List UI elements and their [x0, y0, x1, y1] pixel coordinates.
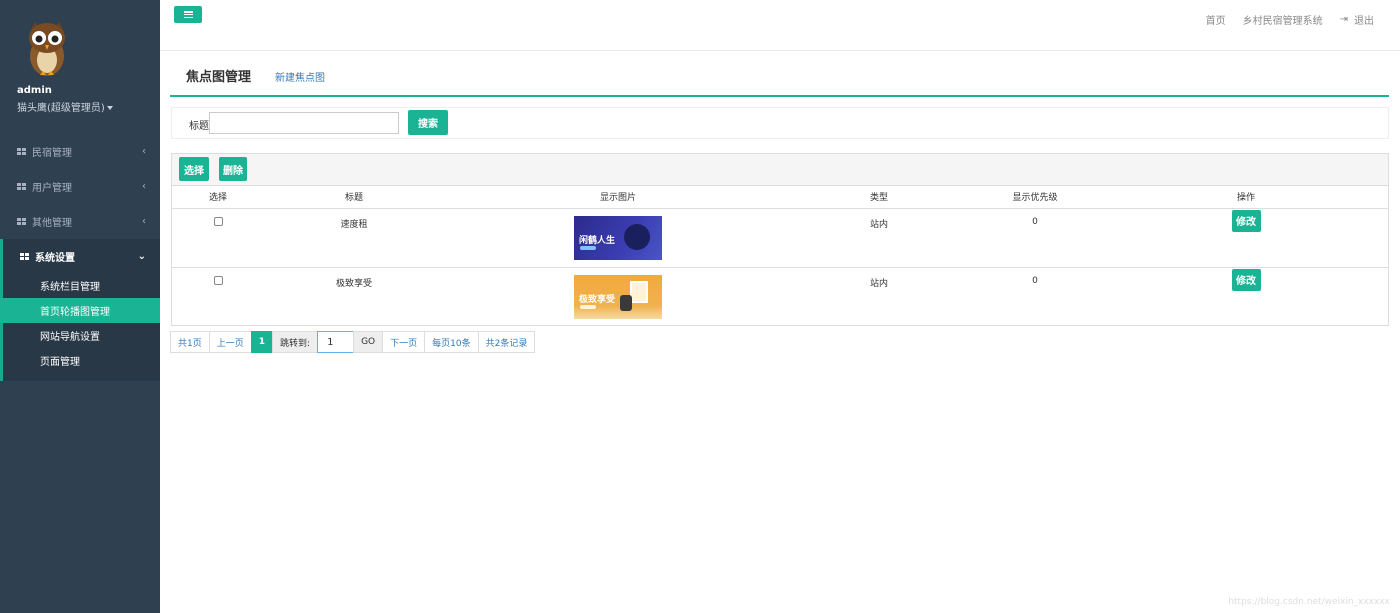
hamburger-icon	[183, 11, 193, 18]
column-header: 显示优先级	[966, 186, 1104, 209]
logout-link[interactable]: ⇥ 退出	[1340, 12, 1374, 27]
top-link-system[interactable]: 乡村民宿管理系统	[1243, 12, 1323, 27]
table-header-row: 选择 标题 显示图片 类型 显示优先级 操作	[172, 186, 1388, 209]
table-toolbar: 选择 删除	[172, 154, 1388, 186]
current-page[interactable]: 1	[250, 331, 274, 353]
sidebar-item-label: 其他管理	[32, 218, 72, 229]
prev-page-link[interactable]: 上一页	[208, 331, 252, 353]
column-header: 选择	[172, 186, 264, 209]
delete-button[interactable]: 删除	[219, 157, 247, 181]
column-header: 类型	[792, 186, 966, 209]
total-pages: 共1页	[170, 331, 210, 353]
thumb-decoration	[630, 280, 648, 303]
edit-button[interactable]: 修改	[1231, 209, 1261, 232]
priority-cell: 0	[1032, 275, 1038, 286]
thumb-decoration	[580, 304, 596, 309]
sidebar-item-label: 民宿管理	[32, 148, 72, 159]
row-checkbox[interactable]	[213, 275, 223, 285]
page-title: 焦点图管理	[186, 70, 252, 85]
table-row: 速度租 闲鹤人生 站内 0 修改	[172, 208, 1388, 268]
jump-page-input[interactable]: 1	[317, 331, 355, 353]
search-panel: 标题 搜索	[171, 107, 1389, 139]
thumb-decoration	[624, 223, 650, 250]
sidebar-item-label: 系统设置	[35, 252, 75, 264]
banner-thumbnail[interactable]: 闲鹤人生	[574, 215, 662, 260]
new-banner-link[interactable]: 新建焦点图	[275, 69, 325, 84]
search-label: 标题	[189, 121, 209, 132]
top-links: 首页 乡村民宿管理系统 ⇥ 退出	[1206, 12, 1374, 27]
go-button[interactable]: GO	[353, 331, 384, 353]
thumb-caption: 闲鹤人生	[579, 235, 616, 246]
select-cell	[172, 208, 264, 268]
type-cell: 站内	[792, 208, 966, 268]
sidebar: admin 猫头鹰(超级管理员) 民宿管理 ‹ 用户管理 ‹ 其他管理 ‹ 系统…	[0, 0, 160, 613]
edit-button[interactable]: 修改	[1231, 268, 1261, 291]
pagination: 共1页 上一页 1 跳转到: 1 GO 下一页 每页10条 共2条记录	[170, 331, 536, 353]
image-cell: 极致享受	[444, 267, 792, 325]
banner-table-panel: 选择 删除 选择 标题 显示图片 类型 显示优先级 操作 速度租 闲鹤人生 站内…	[171, 153, 1389, 326]
search-button[interactable]: 搜索	[408, 110, 448, 135]
sidebar-nav: 民宿管理 ‹ 用户管理 ‹ 其他管理 ‹ 系统设置 ⌄ 系统栏目管理 首页轮播图…	[0, 134, 160, 381]
jump-label: 跳转到:	[272, 331, 319, 353]
action-cell: 修改	[1104, 267, 1388, 325]
total-records: 共2条记录	[477, 331, 536, 353]
grid-icon	[17, 183, 26, 190]
sidebar-subitem-pages[interactable]: 页面管理	[3, 348, 160, 373]
title-cell: 极致享受	[335, 278, 372, 289]
row-checkbox[interactable]	[213, 216, 223, 226]
profile: admin 猫头鹰(超级管理员)	[0, 0, 160, 128]
image-cell: 闲鹤人生	[444, 208, 792, 268]
table-row: 极致享受 极致享受 站内 0 修改	[172, 267, 1388, 325]
title-cell: 速度租	[264, 208, 444, 268]
sidebar-item-homestay[interactable]: 民宿管理 ‹	[0, 134, 160, 169]
watermark: https://blog.csdn.net/weixin_xxxxxx	[1228, 597, 1390, 607]
grid-icon	[20, 252, 29, 260]
sidebar-item-label: 用户管理	[32, 183, 72, 194]
sidebar-subitem-navigation[interactable]: 网站导航设置	[3, 323, 160, 348]
owl-avatar[interactable]	[25, 18, 69, 78]
next-page-link[interactable]: 下一页	[382, 331, 426, 353]
grid-icon	[17, 148, 26, 155]
profile-name: admin	[17, 85, 52, 96]
action-cell: 修改	[1104, 208, 1388, 268]
thumb-decoration	[620, 294, 632, 311]
thumb-decoration	[580, 245, 596, 250]
per-page-info: 每页10条	[424, 331, 479, 353]
main-content: 焦点图管理 新建焦点图 标题 搜索 选择 删除 选择 标题 显示图片 类型 显示…	[160, 51, 1400, 613]
sidebar-item-users[interactable]: 用户管理 ‹	[0, 169, 160, 204]
priority-cell: 0	[966, 208, 1104, 268]
banner-thumbnail[interactable]: 极致享受	[574, 274, 662, 319]
topbar: 首页 乡村民宿管理系统 ⇥ 退出	[160, 0, 1400, 51]
column-header: 操作	[1104, 186, 1388, 209]
column-header: 显示图片	[444, 186, 792, 209]
profile-role-dropdown[interactable]: 猫头鹰(超级管理员)	[17, 99, 160, 114]
page-header: 焦点图管理 新建焦点图	[170, 51, 1389, 97]
select-button[interactable]: 选择	[179, 157, 209, 181]
top-link-home[interactable]: 首页	[1206, 12, 1226, 27]
banner-table: 选择 标题 显示图片 类型 显示优先级 操作 速度租 闲鹤人生 站内 0 修改 …	[172, 186, 1388, 325]
type-cell: 站内	[869, 278, 888, 289]
sidebar-subitem-carousel[interactable]: 首页轮播图管理	[0, 298, 160, 323]
thumb-caption: 极致享受	[579, 294, 616, 305]
profile-role: 猫头鹰(超级管理员)	[17, 103, 105, 114]
column-header: 标题	[264, 186, 444, 209]
menu-toggle-button[interactable]	[174, 6, 202, 23]
search-title-input[interactable]	[209, 112, 399, 134]
chevron-left-icon: ‹	[142, 181, 146, 192]
sidebar-group-system: 系统设置 ⌄ 系统栏目管理 首页轮播图管理 网站导航设置 页面管理	[0, 239, 160, 381]
sign-out-icon: ⇥	[1339, 14, 1348, 25]
caret-down-icon	[106, 106, 113, 110]
select-cell	[172, 267, 264, 325]
chevron-left-icon: ‹	[142, 146, 146, 157]
grid-icon	[17, 218, 26, 225]
sidebar-item-system-settings[interactable]: 系统设置 ⌄	[3, 239, 160, 273]
chevron-left-icon: ‹	[142, 216, 146, 227]
sidebar-item-other[interactable]: 其他管理 ‹	[0, 204, 160, 239]
logout-label: 退出	[1354, 16, 1374, 27]
sidebar-subitem-columns[interactable]: 系统栏目管理	[3, 273, 160, 298]
chevron-down-icon: ⌄	[137, 250, 146, 262]
